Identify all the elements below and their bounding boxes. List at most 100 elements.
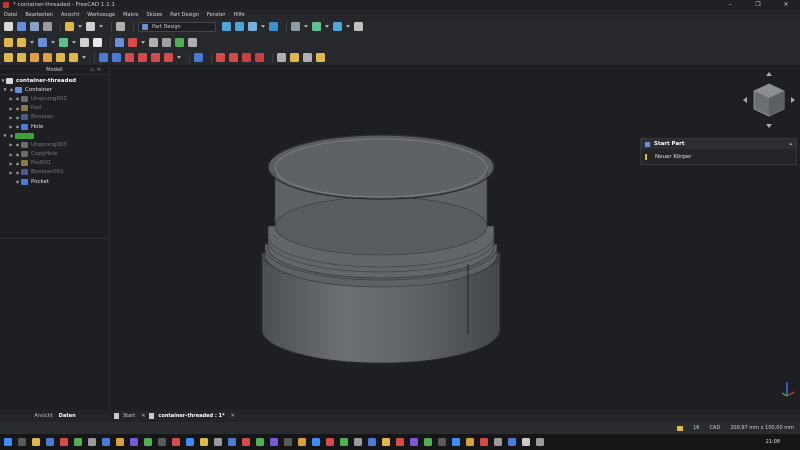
navigation-cube[interactable] — [743, 72, 795, 128]
app-icon[interactable] — [508, 438, 516, 446]
task-panel-header[interactable]: Start Part ▴ — [641, 139, 796, 149]
app-icon[interactable] — [186, 438, 194, 446]
app-icon[interactable] — [144, 438, 152, 446]
groove-icon[interactable] — [125, 53, 134, 62]
panel-float-icon[interactable]: ▫ — [90, 67, 93, 73]
undo-icon[interactable] — [65, 22, 74, 31]
rotate-right-icon[interactable] — [791, 97, 795, 103]
tree-item-hole[interactable]: ▶ ◉ Hole — [0, 122, 109, 131]
app-icon[interactable] — [256, 438, 264, 446]
link-make-icon[interactable] — [59, 37, 68, 47]
menu-makro[interactable]: Makro — [123, 12, 138, 18]
part-icon[interactable] — [4, 37, 13, 47]
tree-item-pad001[interactable]: ▶ ◉ Pad001 — [0, 159, 109, 168]
link-icon[interactable] — [354, 22, 363, 31]
app-icon[interactable] — [200, 438, 208, 446]
validate-sketch-icon[interactable] — [149, 37, 158, 47]
navigation-style[interactable]: CAD — [709, 425, 720, 431]
redo-icon[interactable] — [86, 22, 95, 31]
app-icon[interactable] — [172, 438, 180, 446]
visibility-eye-icon[interactable]: ◉ — [14, 161, 21, 166]
start-menu-icon[interactable] — [4, 438, 12, 446]
collapse-icon[interactable]: ▴ — [789, 141, 792, 147]
tree-item-boolean001[interactable]: ▶ ◉ Boolean001 — [0, 168, 109, 177]
refresh-icon[interactable] — [116, 22, 125, 31]
group-icon[interactable] — [17, 37, 26, 47]
app-icon[interactable] — [452, 438, 460, 446]
app-icon[interactable] — [242, 438, 250, 446]
view-isometric-icon[interactable] — [269, 22, 278, 31]
app-icon[interactable] — [424, 438, 432, 446]
new-document-icon[interactable] — [4, 22, 13, 31]
tree-item-origin-2[interactable]: ▶ ◉ Ursprung003 — [0, 140, 109, 149]
app-icon[interactable] — [438, 438, 446, 446]
rotate-down-icon[interactable] — [766, 124, 772, 128]
visibility-eye-icon[interactable]: ◉ — [8, 87, 15, 92]
app-icon[interactable] — [354, 438, 362, 446]
search-icon[interactable] — [18, 438, 26, 446]
menu-part-design[interactable]: Part Design — [170, 12, 199, 18]
clone-icon[interactable] — [188, 37, 197, 47]
variable-set-icon[interactable] — [80, 37, 89, 47]
fit-all-icon[interactable] — [222, 22, 231, 31]
mirrored-icon[interactable] — [277, 53, 286, 62]
panel-splitter[interactable] — [0, 238, 110, 239]
menu-hilfe[interactable]: Hilfe — [233, 12, 244, 18]
app-icon[interactable] — [298, 438, 306, 446]
app-icon[interactable] — [410, 438, 418, 446]
panel-close-icon[interactable]: ✕ — [97, 67, 101, 73]
save-icon[interactable] — [30, 22, 39, 31]
app-icon[interactable] — [284, 438, 292, 446]
tree-item-boolean[interactable]: ▶ ◉ Boolean — [0, 113, 109, 122]
menu-skizze[interactable]: Skizze — [146, 12, 162, 18]
visibility-eye-icon[interactable]: ◉ — [14, 152, 21, 157]
visibility-eye-icon[interactable]: ◉ — [14, 142, 21, 147]
app-icon[interactable] — [396, 438, 404, 446]
menu-fenster[interactable]: Fenster — [207, 12, 226, 18]
additive-primitive-icon[interactable] — [69, 53, 78, 62]
tab-start[interactable]: Start ✕ — [114, 413, 145, 419]
file-explorer-icon[interactable] — [32, 438, 40, 446]
subtractive-pipe-icon[interactable] — [151, 53, 160, 62]
polar-pattern-icon[interactable] — [303, 53, 312, 62]
visibility-eye-icon[interactable]: ◉ — [8, 133, 15, 138]
boolean-icon[interactable] — [194, 53, 203, 62]
revolution-icon[interactable] — [17, 53, 26, 62]
app-icon[interactable] — [466, 438, 474, 446]
visibility-eye-icon[interactable]: ◉ — [14, 115, 21, 120]
close-tab-icon[interactable]: ✕ — [141, 413, 145, 419]
thickness-icon[interactable] — [255, 53, 264, 62]
rotate-up-icon[interactable] — [766, 72, 772, 76]
linear-pattern-icon[interactable] — [290, 53, 299, 62]
body-icon[interactable] — [115, 37, 124, 47]
open-document-icon[interactable] — [17, 22, 26, 31]
app-icon[interactable] — [312, 438, 320, 446]
shape-binder-icon[interactable] — [175, 37, 184, 47]
visibility-eye-icon[interactable]: ◉ — [14, 96, 21, 101]
view-top-icon[interactable] — [312, 22, 321, 31]
rotate-left-icon[interactable] — [743, 97, 747, 103]
pointer-icon[interactable] — [93, 37, 102, 47]
app-icon[interactable] — [326, 438, 334, 446]
visibility-eye-icon[interactable]: ◉ — [14, 124, 21, 129]
pad-icon[interactable] — [4, 53, 13, 62]
app-icon[interactable] — [102, 438, 110, 446]
visibility-eye-icon[interactable]: ◉ — [14, 179, 21, 184]
pipe-icon[interactable] — [43, 53, 52, 62]
menu-bearbeiten[interactable]: Bearbeiten — [25, 12, 52, 18]
tree-body-container[interactable]: ▼ ◉ Container — [0, 85, 109, 94]
fit-selection-icon[interactable] — [235, 22, 244, 31]
workbench-selector[interactable]: Part Design — [138, 21, 216, 32]
notification-icon[interactable] — [677, 425, 684, 431]
folder-icon[interactable] — [38, 37, 47, 47]
close-button[interactable]: ✕ — [772, 0, 800, 10]
app-icon[interactable] — [494, 438, 502, 446]
3d-viewport[interactable] — [111, 66, 800, 410]
app-icon[interactable] — [88, 438, 96, 446]
settings-gear-icon[interactable] — [536, 438, 544, 446]
app-icon[interactable] — [158, 438, 166, 446]
menu-ansicht[interactable]: Ansicht — [61, 12, 79, 18]
datum-icon[interactable] — [162, 37, 171, 47]
loft-icon[interactable] — [30, 53, 39, 62]
app-icon[interactable] — [228, 438, 236, 446]
